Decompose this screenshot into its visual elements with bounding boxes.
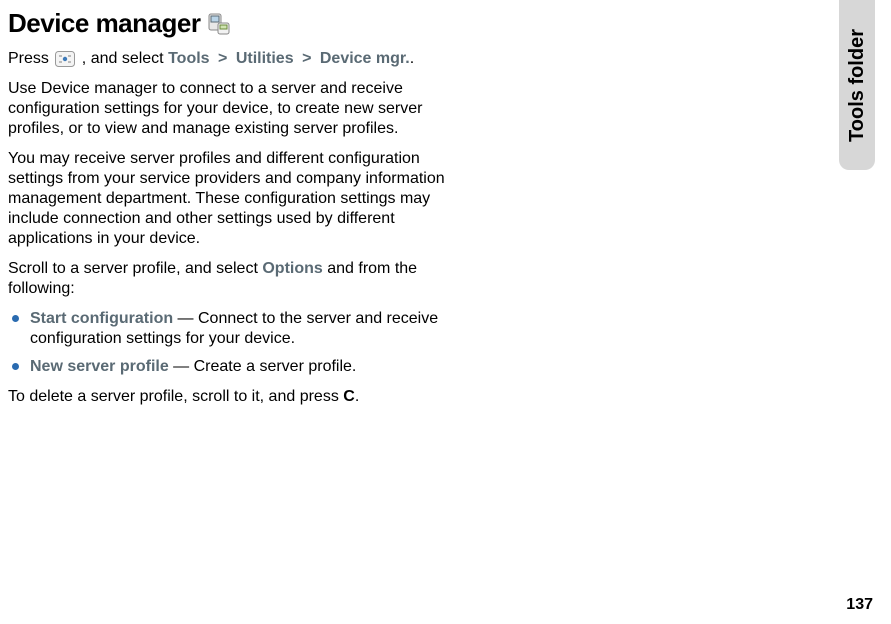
side-tab: Tools folder xyxy=(839,0,875,170)
nav-sep-2: > xyxy=(298,50,315,67)
bullet-label: Start configuration xyxy=(30,310,173,327)
nav-step-utilities: Utilities xyxy=(236,50,294,67)
para4-text1: To delete a server profile, scroll to it… xyxy=(8,388,343,405)
page: Device manager Press , and s xyxy=(0,0,891,624)
paragraph-4: To delete a server profile, scroll to it… xyxy=(8,387,468,407)
para3-text1: Scroll to a server profile, and select xyxy=(8,260,262,277)
intro-end: . xyxy=(410,50,414,67)
list-item: Start configuration — Connect to the ser… xyxy=(8,309,468,349)
paragraph-1: Use Device manager to connect to a serve… xyxy=(8,79,468,139)
device-manager-icon xyxy=(208,13,230,35)
title-text: Device manager xyxy=(8,8,200,39)
nav-sep-1: > xyxy=(214,50,231,67)
side-tab-label: Tools folder xyxy=(846,29,869,142)
intro-and-select: , and select xyxy=(82,50,168,67)
options-label: Options xyxy=(262,260,322,277)
nav-step-tools: Tools xyxy=(168,50,209,67)
paragraph-3: Scroll to a server profile, and select O… xyxy=(8,259,468,299)
bullet-list: Start configuration — Connect to the ser… xyxy=(8,309,468,377)
nav-step-device-mgr: Device mgr. xyxy=(320,50,410,67)
bullet-label: New server profile xyxy=(30,358,169,375)
bullet-desc: — Create a server profile. xyxy=(169,358,357,375)
content-column: Device manager Press , and s xyxy=(8,8,468,407)
key-c: C xyxy=(343,388,355,405)
home-key-icon xyxy=(55,51,75,67)
page-title: Device manager xyxy=(8,8,468,39)
intro-press: Press xyxy=(8,50,53,67)
list-item: New server profile — Create a server pro… xyxy=(8,357,468,377)
page-number: 137 xyxy=(846,596,873,614)
para4-text2: . xyxy=(355,388,359,405)
intro-paragraph: Press , and select Tools > Utilities > D… xyxy=(8,49,468,69)
paragraph-2: You may receive server profiles and diff… xyxy=(8,149,468,249)
